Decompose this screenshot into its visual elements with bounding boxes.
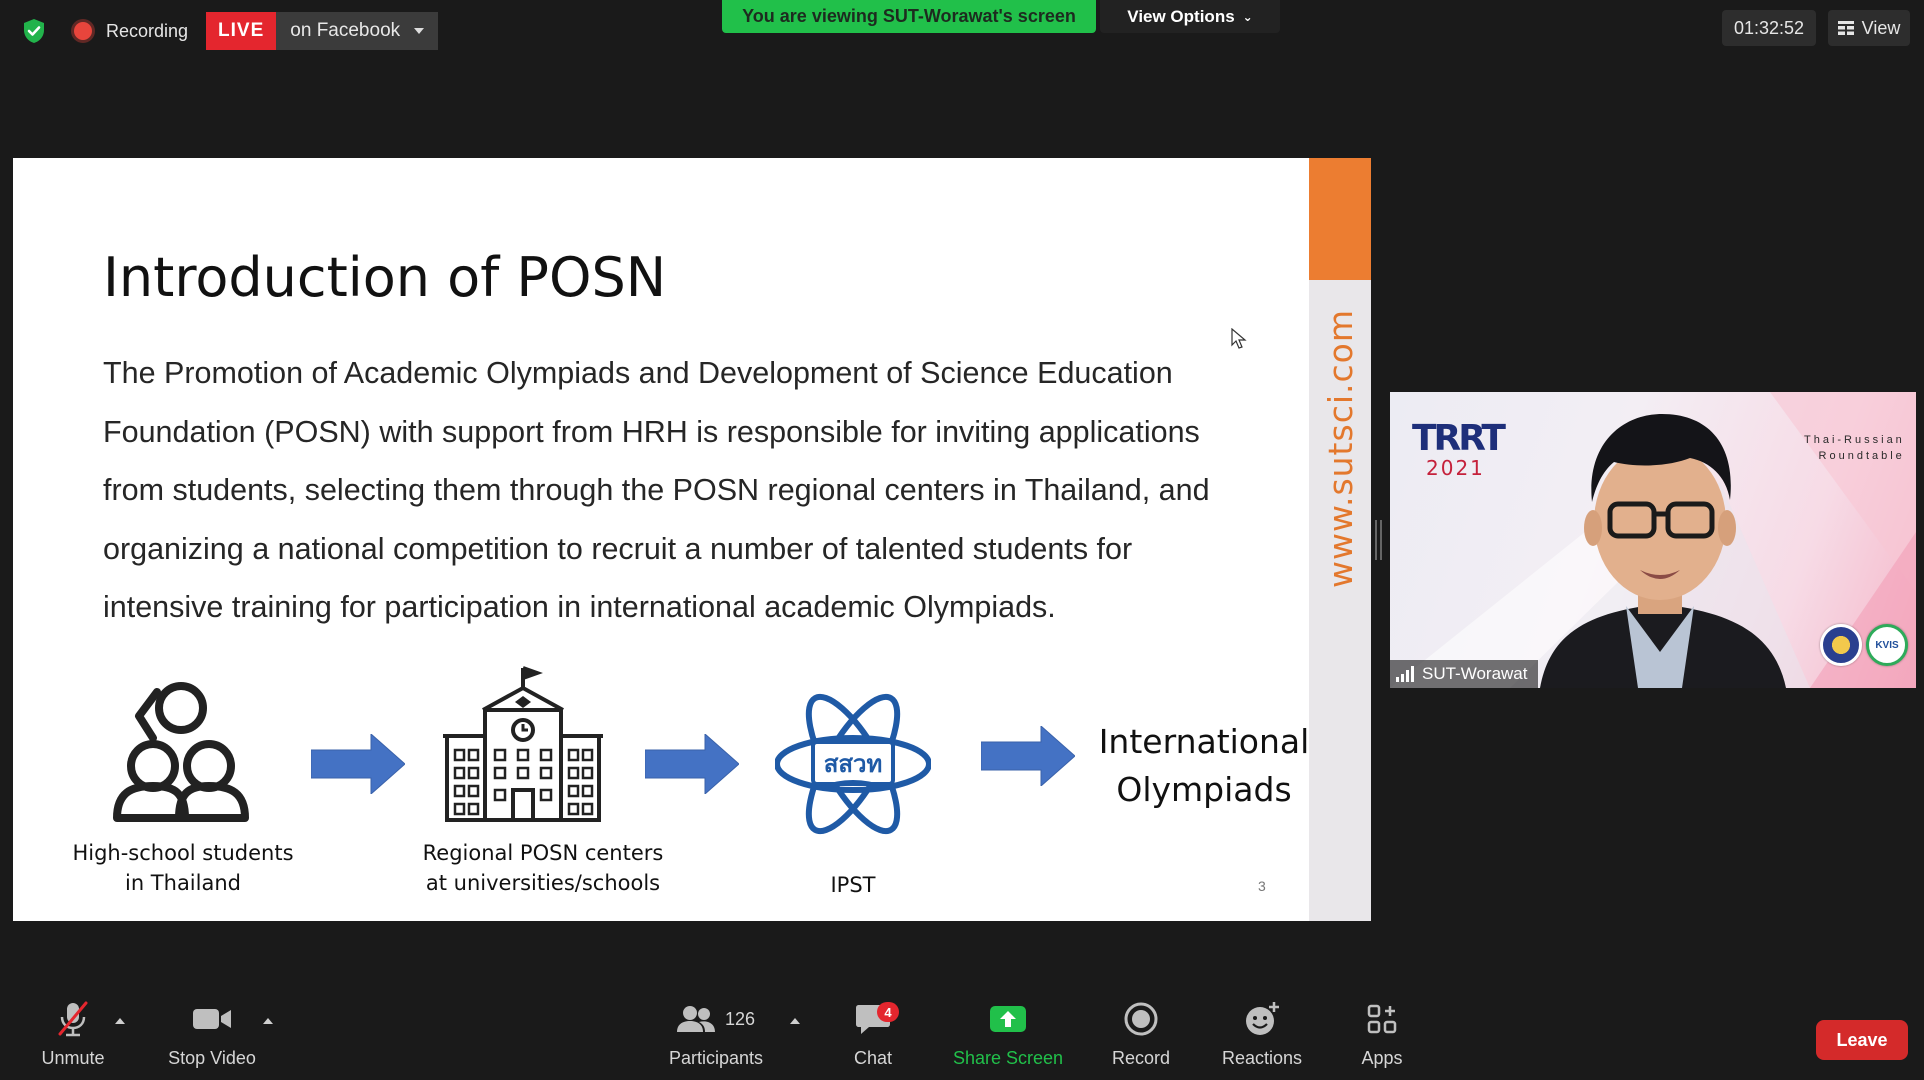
participants-options-caret-icon[interactable] bbox=[790, 1018, 800, 1024]
view-layout-button[interactable]: View bbox=[1828, 10, 1910, 46]
speaker-video-feed bbox=[1540, 414, 1786, 688]
share-screen-button[interactable]: Share Screen bbox=[950, 990, 1066, 1080]
leave-meeting-button[interactable]: Leave bbox=[1816, 1020, 1908, 1060]
viewing-screen-banner: You are viewing SUT-Worawat's screen bbox=[722, 0, 1096, 33]
shared-screen-slide: Introduction of POSN The Promotion of Ac… bbox=[13, 158, 1371, 921]
share-screen-icon bbox=[990, 1006, 1026, 1032]
reactions-button[interactable]: Reactions bbox=[1218, 990, 1306, 1080]
signal-strength-icon bbox=[1396, 666, 1414, 682]
apps-icon bbox=[1367, 1004, 1397, 1034]
logo-year: 2021 bbox=[1426, 456, 1485, 480]
participant-name-tag: SUT-Worawat bbox=[1390, 660, 1538, 688]
unmute-button[interactable]: Unmute bbox=[30, 990, 116, 1080]
flow-label-line: at universities/schools bbox=[425, 871, 661, 895]
slide-title: Introduction of POSN bbox=[103, 246, 667, 309]
encryption-shield-icon[interactable] bbox=[14, 12, 54, 50]
slide-orange-accent bbox=[1309, 158, 1371, 280]
live-stream-control[interactable]: LIVE on Facebook bbox=[206, 12, 439, 50]
top-status-bar: Recording LIVE on Facebook bbox=[14, 12, 439, 50]
live-badge: LIVE bbox=[206, 12, 277, 50]
participant-count: 126 bbox=[724, 1008, 756, 1029]
video-camera-icon bbox=[193, 1009, 231, 1029]
flow-label-line: Olympiads bbox=[1116, 770, 1292, 809]
caret-down-icon bbox=[414, 28, 425, 34]
participants-button[interactable]: 126 Participants bbox=[662, 990, 770, 1080]
video-options-caret-icon[interactable] bbox=[263, 1018, 273, 1024]
record-icon bbox=[1124, 1002, 1158, 1036]
slide-body-line: The Promotion of Academic Olympiads and … bbox=[103, 356, 1173, 390]
slide-website: www.sutsci.com bbox=[1309, 308, 1371, 588]
apps-button[interactable]: Apps bbox=[1355, 990, 1409, 1080]
microphone-muted-icon bbox=[58, 1001, 88, 1037]
slide-body: The Promotion of Academic Olympiads and … bbox=[103, 344, 1313, 637]
stop-video-button[interactable]: Stop Video bbox=[160, 990, 264, 1080]
slide-body-line: from students, selecting them through th… bbox=[103, 473, 1210, 507]
logo-text: TRRT bbox=[1412, 418, 1506, 459]
smiley-plus-icon bbox=[1246, 1002, 1279, 1035]
recording-dot-icon bbox=[74, 22, 92, 40]
flow-step-students: High-school students in Thailand bbox=[58, 838, 308, 898]
reactions-label: Reactions bbox=[1221, 1048, 1303, 1068]
roundtable-line: Thai-Russian bbox=[1804, 434, 1905, 446]
recording-label: Recording bbox=[106, 20, 189, 41]
live-destination-label: on Facebook bbox=[290, 20, 401, 41]
kvis-text: KVIS bbox=[1875, 639, 1899, 651]
stop-video-label: Stop Video bbox=[168, 1048, 256, 1068]
participants-icon bbox=[676, 1006, 715, 1032]
flow-label-line: Regional POSN centers bbox=[422, 841, 664, 865]
mouse-cursor-icon bbox=[1231, 328, 1247, 349]
view-label: View bbox=[1861, 17, 1901, 38]
flow-step-international-olympiads: International Olympiads bbox=[1089, 718, 1319, 814]
kvis-emblem-icon: KVIS bbox=[1866, 624, 1908, 666]
panel-resize-handle[interactable] bbox=[1374, 520, 1382, 560]
participant-name: SUT-Worawat bbox=[1422, 664, 1528, 683]
view-options-label: View Options bbox=[1127, 6, 1235, 26]
website-text: www.sutsci.com bbox=[1320, 308, 1360, 588]
recording-indicator[interactable]: Recording bbox=[64, 13, 202, 49]
flow-label-line: High-school students bbox=[72, 841, 294, 865]
ipst-logo-text: สสวท bbox=[823, 749, 883, 778]
slide-body-line: Foundation (POSN) with support from HRH … bbox=[103, 414, 1200, 449]
trrt-2021-logo: TRRT 2021 bbox=[1412, 418, 1506, 480]
flow-step-ipst: IPST bbox=[830, 873, 876, 897]
participant-video-tile[interactable]: TRRT 2021 Thai-Russian Roundtable KVIS S… bbox=[1390, 392, 1916, 688]
participants-label: Participants bbox=[668, 1048, 764, 1068]
roundtable-line: Roundtable bbox=[1818, 450, 1905, 462]
meeting-toolbar: Unmute Stop Video 126 Participants 4 Cha… bbox=[0, 990, 1924, 1080]
chat-unread-badge: 4 bbox=[877, 1002, 899, 1022]
audio-options-caret-icon[interactable] bbox=[115, 1018, 125, 1024]
slide-body-line: intensive training for participation in … bbox=[103, 590, 1056, 624]
slide-body-line: organizing a national competition to rec… bbox=[103, 531, 1133, 566]
ipst-logo: สสวท bbox=[775, 680, 931, 848]
flow-label-line: International bbox=[1098, 722, 1310, 761]
roundtable-text: Thai-Russian Roundtable bbox=[1804, 432, 1905, 464]
students-icon bbox=[113, 682, 249, 822]
school-building-icon bbox=[443, 666, 603, 822]
chat-label: Chat bbox=[853, 1048, 893, 1068]
unmute-label: Unmute bbox=[41, 1048, 105, 1068]
record-button[interactable]: Record bbox=[1105, 990, 1177, 1080]
flow-label-line: in Thailand bbox=[124, 871, 241, 895]
live-destination-dropdown[interactable]: on Facebook bbox=[276, 12, 439, 50]
meeting-timer: 01:32:52 bbox=[1722, 10, 1816, 46]
grid-view-icon bbox=[1837, 21, 1854, 35]
share-screen-label: Share Screen bbox=[952, 1048, 1064, 1068]
flow-arrow-icon bbox=[311, 734, 405, 794]
flow-arrow-icon bbox=[645, 734, 739, 794]
chat-button[interactable]: 4 Chat bbox=[845, 990, 901, 1080]
university-emblem-icon bbox=[1820, 624, 1862, 666]
chevron-down-icon: ⌄ bbox=[1242, 9, 1253, 24]
flow-arrow-icon bbox=[981, 726, 1075, 786]
record-label: Record bbox=[1111, 1048, 1171, 1068]
flow-step-regional-centers: Regional POSN centers at universities/sc… bbox=[398, 838, 688, 898]
view-options-button[interactable]: View Options ⌄ bbox=[1100, 0, 1280, 33]
slide-page-number: 3 bbox=[1258, 878, 1266, 894]
apps-label: Apps bbox=[1361, 1048, 1403, 1068]
